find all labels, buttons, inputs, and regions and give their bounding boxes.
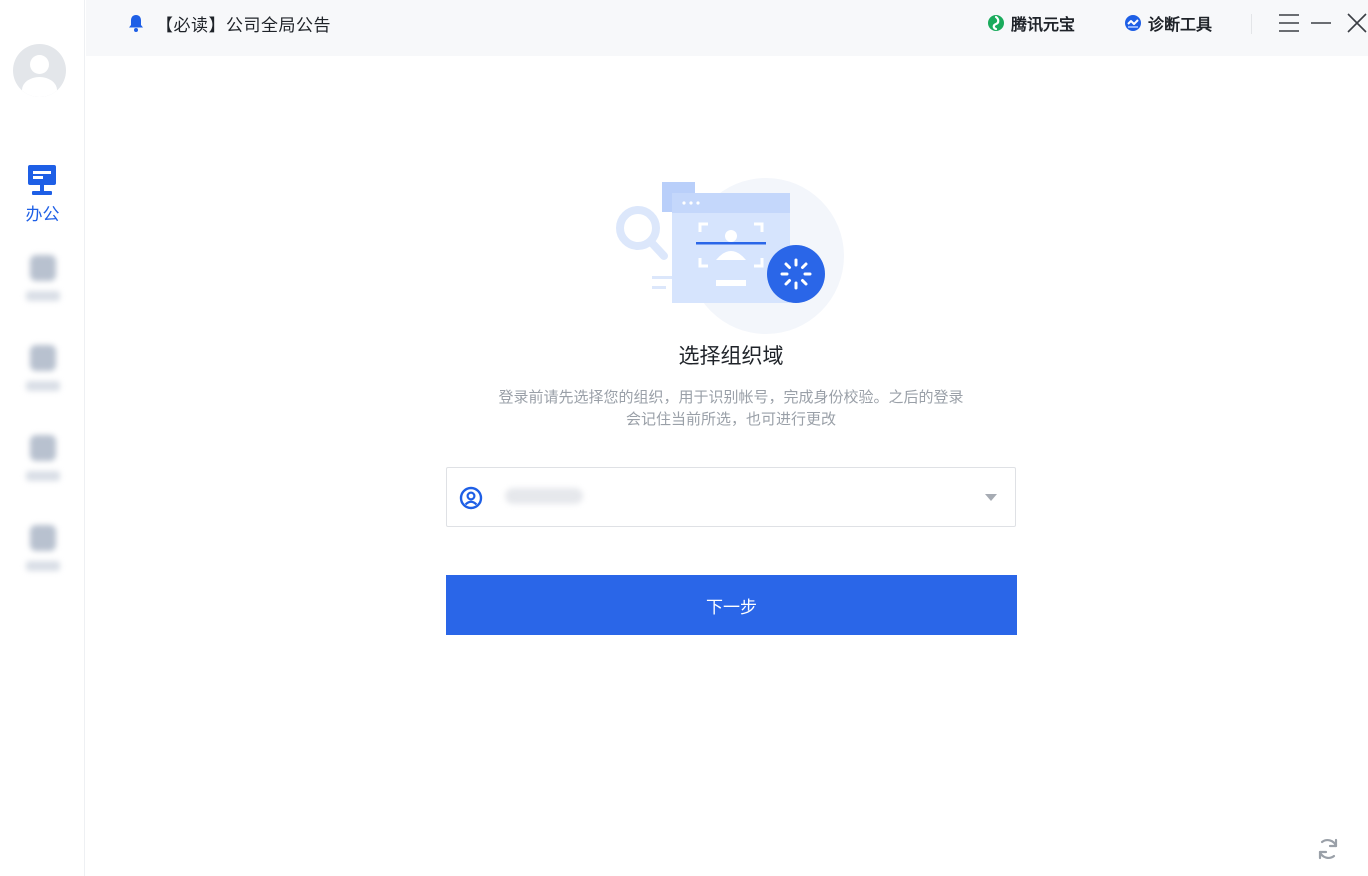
yuanbao-label: 腾讯元宝 bbox=[1011, 15, 1076, 34]
announcement-link[interactable]: 【必读】公司全局公告 bbox=[128, 11, 331, 36]
page-description: 登录前请先选择您的组织，用于识别帐号，完成身份校验。之后的登录 会记住当前所选，… bbox=[446, 386, 1016, 430]
description-line: 登录前请先选择您的组织，用于识别帐号，完成身份校验。之后的登录 bbox=[498, 388, 964, 406]
sidebar-item-blurred[interactable] bbox=[22, 435, 64, 481]
refresh-icon[interactable] bbox=[1314, 835, 1342, 863]
sidebar-item-blurred[interactable] bbox=[22, 525, 64, 571]
organization-illustration bbox=[616, 178, 844, 334]
sidebar-item-blurred[interactable] bbox=[22, 255, 64, 301]
user-circle-icon bbox=[459, 486, 483, 510]
divider bbox=[1251, 14, 1252, 34]
avatar[interactable] bbox=[13, 44, 66, 97]
office-icon bbox=[28, 165, 56, 195]
announcement-text: 【必读】公司全局公告 bbox=[156, 15, 331, 36]
diagnose-tool-link[interactable]: 诊断工具 bbox=[1124, 11, 1212, 35]
sidebar-item-office-label: 办公 bbox=[25, 205, 60, 225]
minimize-icon[interactable] bbox=[1308, 10, 1334, 36]
organization-select-value bbox=[505, 488, 583, 504]
top-bar: 【必读】公司全局公告 腾讯元宝 诊断工具 bbox=[86, 0, 1368, 56]
yuanbao-icon bbox=[988, 15, 1004, 31]
next-step-button[interactable]: 下一步 bbox=[446, 575, 1017, 635]
sidebar-item-office[interactable]: 办公 bbox=[0, 160, 85, 230]
menu-icon[interactable] bbox=[1276, 10, 1302, 36]
sidebar: 办公 bbox=[0, 0, 85, 876]
bell-icon bbox=[129, 15, 143, 32]
sidebar-item-blurred[interactable] bbox=[22, 345, 64, 391]
close-icon[interactable] bbox=[1344, 10, 1368, 36]
organization-select[interactable] bbox=[446, 467, 1016, 527]
description-line: 会记住当前所选，也可进行更改 bbox=[625, 410, 836, 428]
diagnose-label: 诊断工具 bbox=[1148, 15, 1213, 34]
chevron-down-icon bbox=[985, 494, 997, 501]
yuanbao-link[interactable]: 腾讯元宝 bbox=[987, 11, 1075, 35]
page-title: 选择组织域 bbox=[678, 344, 784, 368]
diagnose-icon bbox=[1125, 15, 1141, 31]
